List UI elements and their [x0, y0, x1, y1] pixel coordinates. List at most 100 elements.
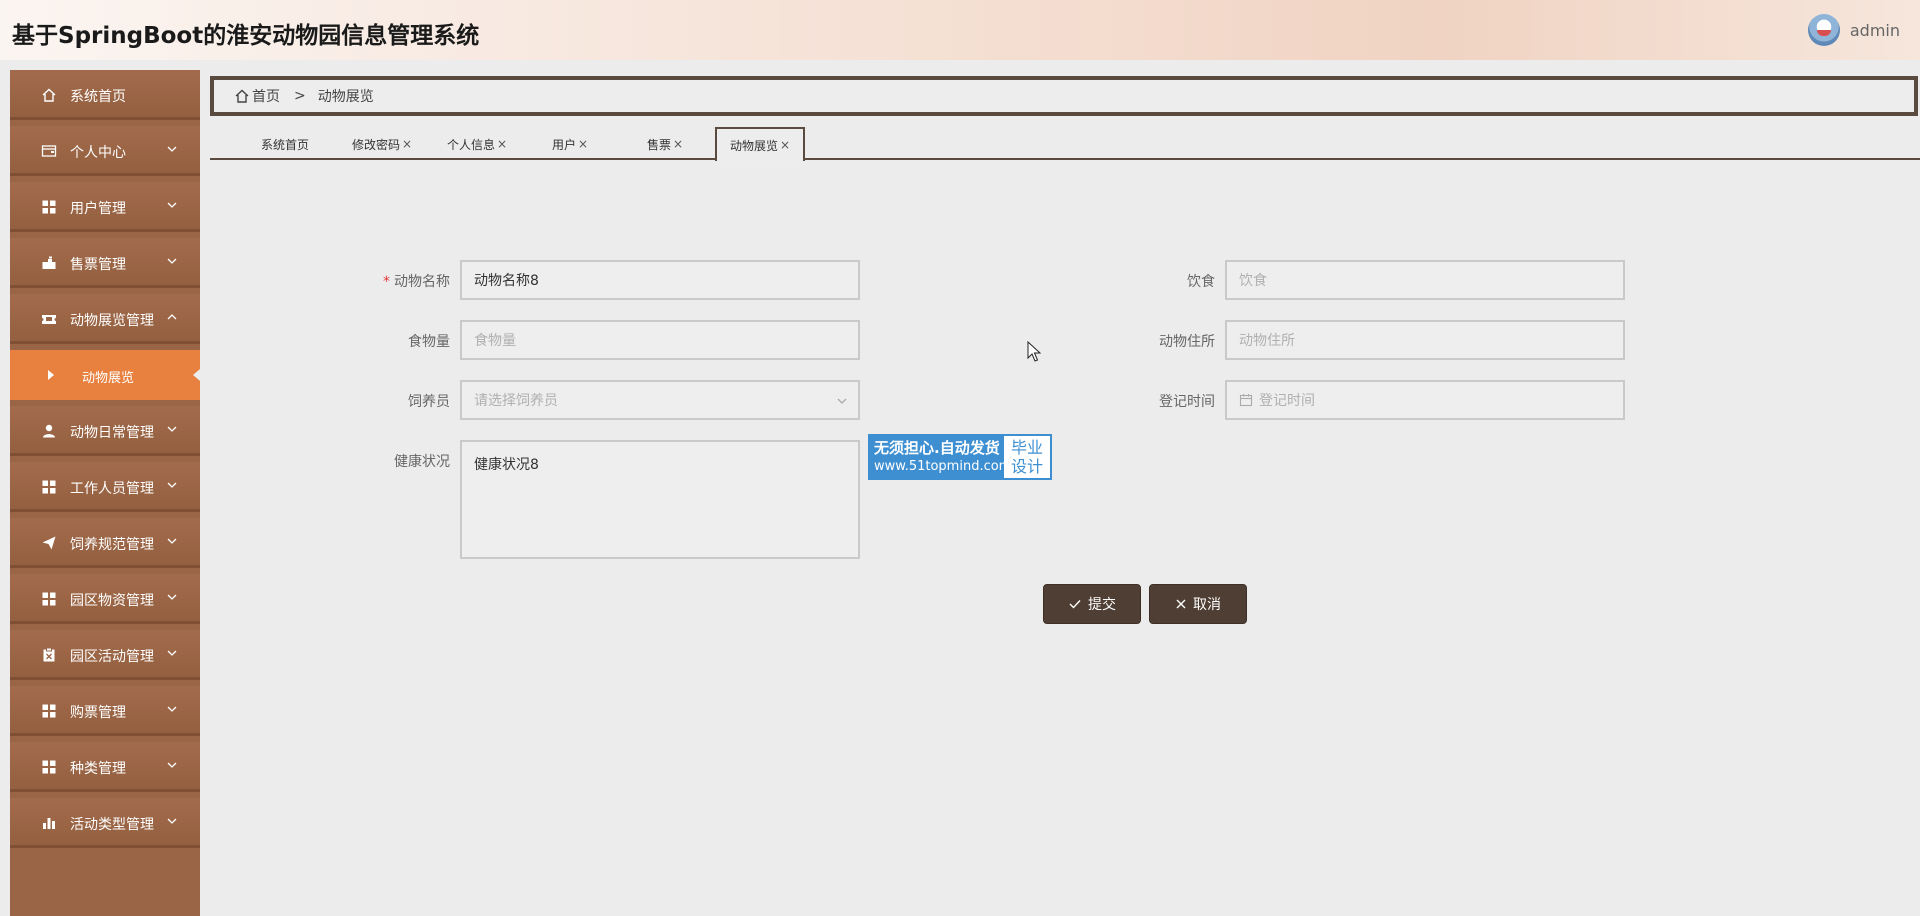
- tab-system-home[interactable]: 系统首页: [245, 128, 325, 160]
- sidebar-item-label: 动物展览管理: [70, 313, 154, 329]
- sidebar-item-home[interactable]: 系统首页: [10, 70, 200, 120]
- sidebar-item-activity-type-management[interactable]: 活动类型管理: [10, 798, 200, 848]
- home-icon: [41, 87, 57, 103]
- chevron-down-icon: [837, 398, 847, 404]
- user-menu[interactable]: admin: [1807, 14, 1900, 46]
- chevron-down-icon: [167, 762, 177, 768]
- tab-label: 修改密码: [351, 137, 400, 152]
- watermark-badge: 无须担心.自动发货 www.51topmind.com 毕业 设计: [868, 434, 1052, 480]
- diet-label: 饮食: [1187, 274, 1215, 290]
- chevron-down-icon: [167, 706, 177, 712]
- mouse-cursor-icon: [1027, 341, 1041, 362]
- username[interactable]: admin: [1850, 21, 1900, 40]
- cancel-label: 取消: [1193, 597, 1221, 613]
- caret-right-icon: [48, 370, 54, 380]
- breadcrumb-home[interactable]: 首页: [252, 86, 280, 106]
- clipboard-icon: [41, 647, 57, 663]
- close-icon[interactable]: ×: [578, 137, 588, 151]
- ticket-icon: [41, 311, 57, 327]
- watermark-line1: 无须担心.自动发货: [874, 439, 1000, 457]
- register-time-input[interactable]: 登记时间: [1225, 380, 1625, 420]
- tab-animal-exhibit[interactable]: 动物展览 ×: [715, 127, 805, 161]
- avatar[interactable]: [1807, 14, 1840, 46]
- required-mark: *: [383, 274, 390, 290]
- grid-icon: [41, 199, 57, 215]
- app-title: 基于SpringBoot的淮安动物园信息管理系统: [12, 23, 480, 49]
- health-status-textarea[interactable]: 健康状况8: [460, 440, 860, 559]
- tab-tickets[interactable]: 售票 ×: [635, 128, 695, 160]
- sidebar-item-feeding-standard-management[interactable]: 饲养规范管理: [10, 518, 200, 568]
- wallet-icon: [41, 143, 57, 159]
- register-time-label: 登记时间: [1159, 394, 1215, 410]
- breadcrumb-separator: >: [294, 88, 306, 104]
- home-icon[interactable]: [234, 88, 250, 104]
- sidebar-item-label: 活动类型管理: [70, 817, 154, 833]
- watermark-tag: 毕业 设计: [1004, 436, 1050, 478]
- close-icon[interactable]: ×: [497, 137, 507, 151]
- submit-label: 提交: [1088, 597, 1116, 613]
- sidebar-item-label: 工作人员管理: [70, 481, 154, 497]
- sidebar-item-label: 用户管理: [70, 201, 126, 217]
- sidebar-item-label: 个人中心: [70, 145, 126, 161]
- tab-bar: 系统首页 修改密码 × 个人信息 × 用户 × 售票 × 动物展览 ×: [210, 125, 1920, 161]
- sidebar-item-personal-center[interactable]: 个人中心: [10, 126, 200, 176]
- sidebar-item-ticket-management[interactable]: 售票管理: [10, 238, 200, 288]
- tab-users[interactable]: 用户 ×: [540, 128, 600, 160]
- breadcrumb-current: 动物展览: [317, 89, 374, 105]
- diet-input[interactable]: 饮食: [1225, 260, 1625, 300]
- chevron-down-icon: [167, 650, 177, 656]
- sidebar-subitem-label: 动物展览: [82, 371, 135, 386]
- keeper-select[interactable]: 请选择饲养员: [460, 380, 860, 420]
- sidebar-item-park-supplies-management[interactable]: 园区物资管理: [10, 574, 200, 624]
- chevron-down-icon: [167, 202, 177, 208]
- animal-name-value: 动物名称8: [474, 273, 539, 289]
- animal-name-input[interactable]: 动物名称8: [460, 260, 860, 300]
- sidebar-item-label: 购票管理: [70, 705, 126, 721]
- watermark-text: 无须担心.自动发货 www.51topmind.com: [870, 436, 1012, 478]
- chevron-down-icon: [167, 538, 177, 544]
- diet-placeholder: 饮食: [1239, 273, 1267, 289]
- tab-label: 个人信息: [446, 137, 495, 152]
- submit-button[interactable]: 提交: [1043, 584, 1141, 624]
- sidebar-item-species-management[interactable]: 种类管理: [10, 742, 200, 792]
- breadcrumb: 首页 > 动物展览: [210, 76, 1918, 116]
- send-icon: [41, 535, 57, 551]
- cancel-button[interactable]: 取消: [1149, 584, 1247, 624]
- check-icon: [1069, 600, 1081, 609]
- active-indicator: [193, 369, 200, 381]
- habitat-label: 动物住所: [1159, 334, 1215, 350]
- sidebar-subitem-animal-exhibit[interactable]: 动物展览: [10, 350, 200, 400]
- sidebar-item-ticket-purchase-management[interactable]: 购票管理: [10, 686, 200, 736]
- chevron-down-icon: [167, 482, 177, 488]
- sidebar-item-animal-daily-management[interactable]: 动物日常管理: [10, 406, 200, 456]
- keeper-placeholder: 请选择饲养员: [474, 393, 558, 409]
- tab-change-password[interactable]: 修改密码 ×: [342, 128, 422, 160]
- ticket-icon: [41, 255, 57, 271]
- food-amount-input[interactable]: 食物量: [460, 320, 860, 360]
- close-icon[interactable]: ×: [402, 137, 412, 151]
- habitat-input[interactable]: 动物住所: [1225, 320, 1625, 360]
- tab-personal-info[interactable]: 个人信息 ×: [437, 128, 517, 160]
- grid-icon: [41, 479, 57, 495]
- sidebar-item-label: 动物日常管理: [70, 425, 154, 441]
- health-status-label: 健康状况: [394, 454, 450, 470]
- sidebar-item-park-activity-management[interactable]: 园区活动管理: [10, 630, 200, 680]
- close-icon[interactable]: ×: [673, 137, 683, 151]
- close-icon[interactable]: ×: [780, 138, 790, 152]
- sidebar-item-label: 种类管理: [70, 761, 126, 777]
- tab-label: 用户: [551, 137, 576, 152]
- sidebar-item-label: 饲养规范管理: [70, 537, 154, 553]
- sidebar-item-label: 售票管理: [70, 257, 126, 273]
- grid-icon: [41, 703, 57, 719]
- grid-icon: [41, 759, 57, 775]
- sidebar-item-label: 园区活动管理: [70, 649, 154, 665]
- chevron-down-icon: [167, 146, 177, 152]
- sidebar-item-staff-management[interactable]: 工作人员管理: [10, 462, 200, 512]
- sidebar-item-animal-exhibit-management[interactable]: 动物展览管理: [10, 294, 200, 344]
- keeper-label: 饲养员: [408, 394, 450, 410]
- health-status-value: 健康状况8: [474, 457, 539, 473]
- sidebar-item-user-management[interactable]: 用户管理: [10, 182, 200, 232]
- watermark-tag-line2: 设计: [1010, 457, 1043, 476]
- chevron-down-icon: [167, 594, 177, 600]
- watermark-line2: www.51topmind.com: [874, 459, 1012, 474]
